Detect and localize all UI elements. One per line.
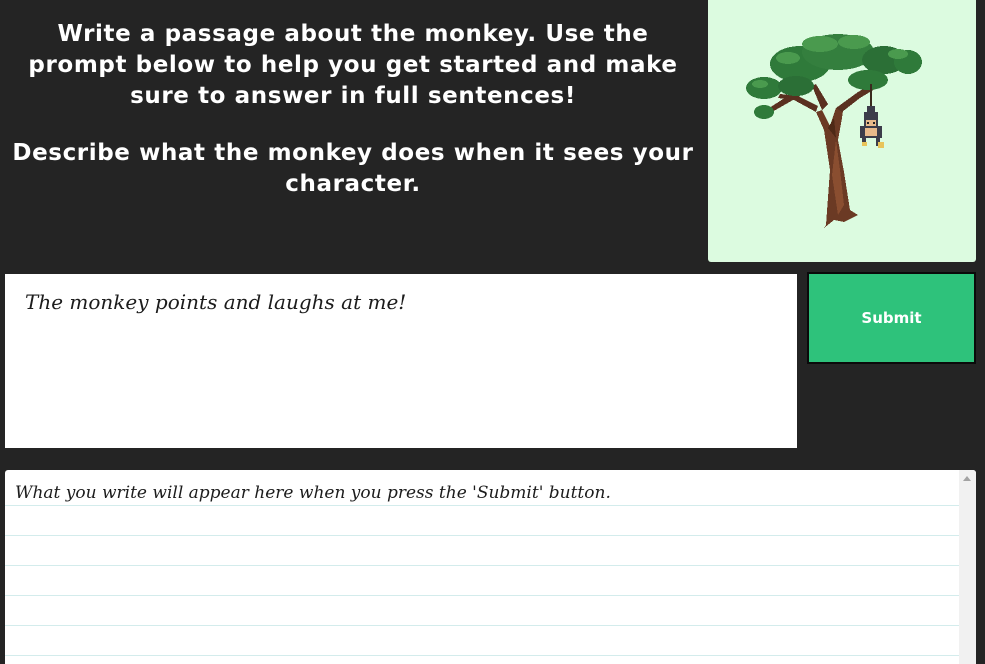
output-placeholder: What you write will appear here when you… xyxy=(15,483,611,503)
passage-input[interactable]: The monkey points and laughs at me! xyxy=(5,274,797,448)
illustration-panel xyxy=(708,0,976,262)
output-scrollbar[interactable] xyxy=(959,470,976,664)
prompt-instruction: Write a passage about the monkey. Use th… xyxy=(28,21,678,109)
scroll-up-icon[interactable] xyxy=(963,476,971,481)
tree-monkey-illustration xyxy=(746,34,922,228)
writing-activity: Write a passage about the monkey. Use th… xyxy=(0,0,985,664)
prompt-panel: Write a passage about the monkey. Use th… xyxy=(0,0,704,262)
submit-button[interactable]: Submit xyxy=(807,272,976,364)
prompt-question: Describe what the monkey does when it se… xyxy=(12,140,694,197)
output-panel: What you write will appear here when you… xyxy=(5,470,976,664)
